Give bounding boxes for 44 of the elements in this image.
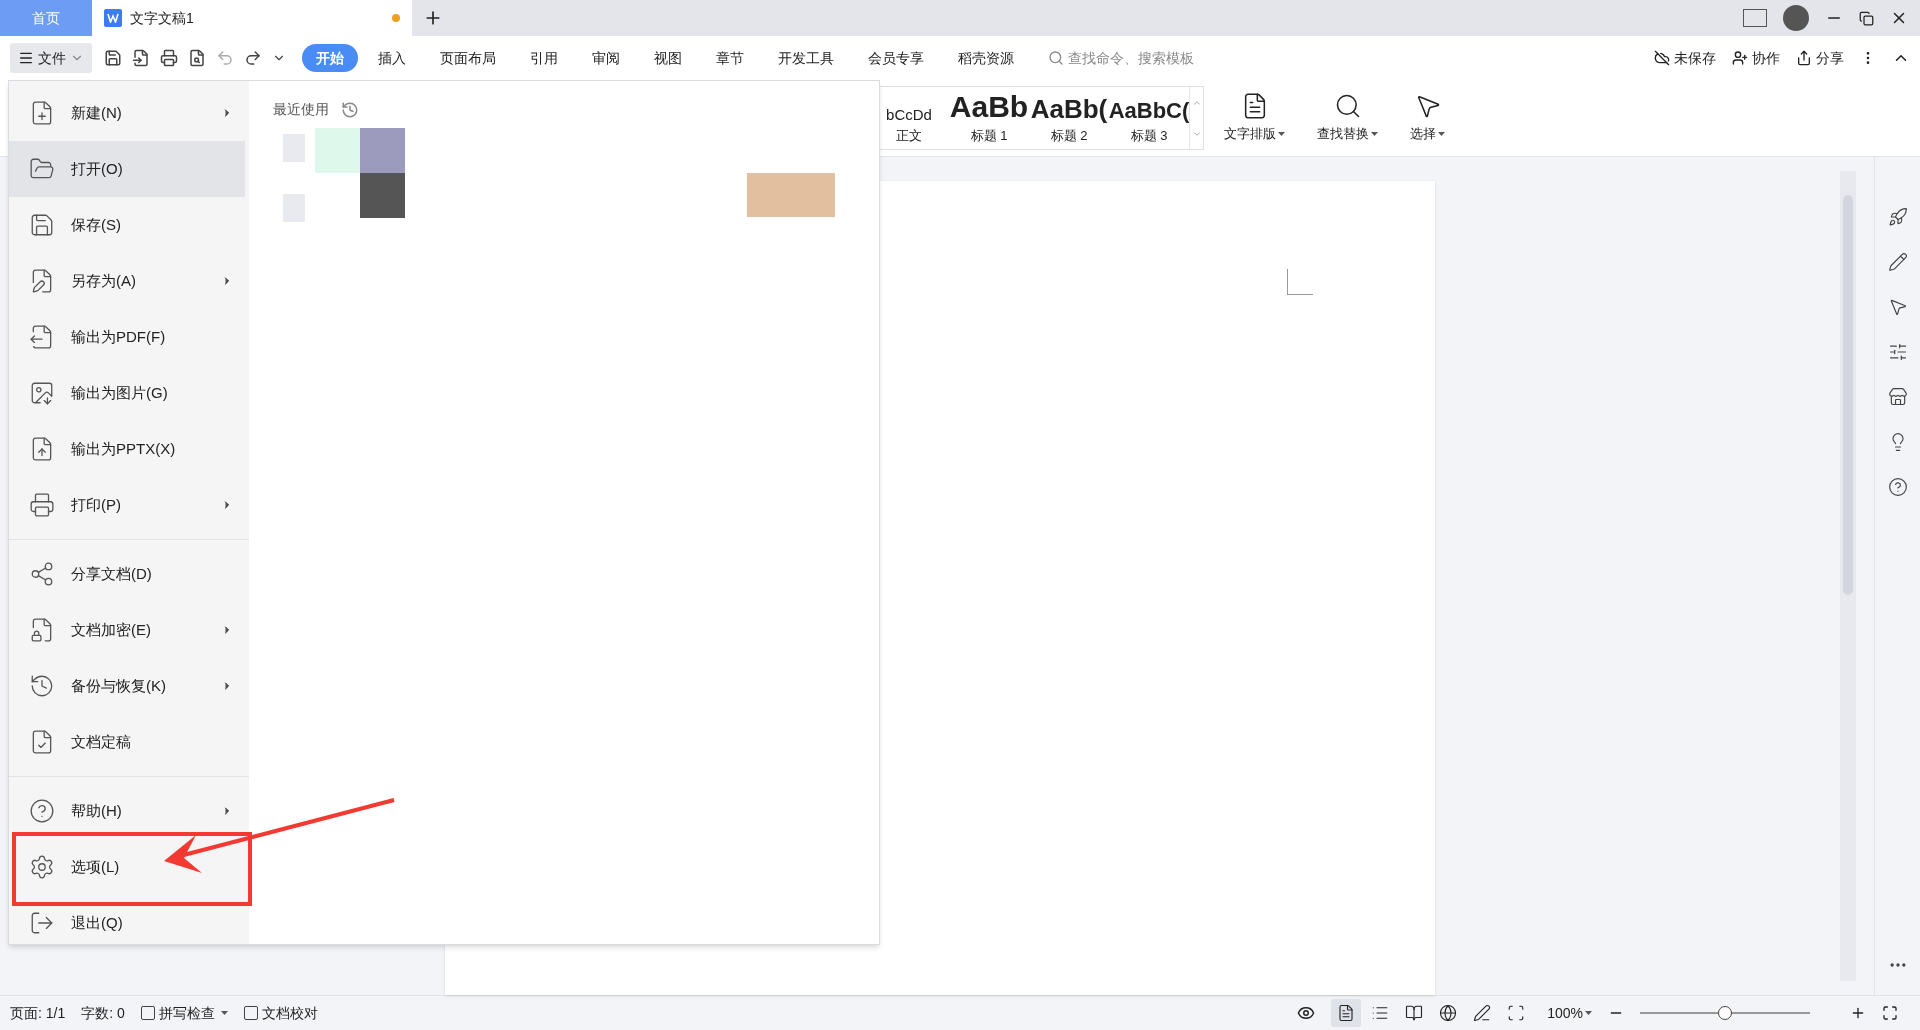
- menu-item[interactable]: 新建(N): [9, 85, 245, 141]
- document-tab[interactable]: 文字文稿1: [92, 0, 412, 36]
- status-toggle[interactable]: 拼写检查: [140, 1002, 228, 1024]
- ribbon-tab[interactable]: 章节: [702, 44, 758, 72]
- menu-item[interactable]: 备份与恢复(K): [9, 658, 245, 714]
- style-preset[interactable]: bCcDd 正文: [869, 87, 949, 149]
- ribbon-button[interactable]: 选择: [1398, 80, 1457, 156]
- tab-title: 文字文稿1: [130, 8, 194, 28]
- menu-item[interactable]: 另存为(A): [9, 253, 245, 309]
- toolbar-button[interactable]: 协作: [1732, 47, 1780, 69]
- menu-item[interactable]: 打印(P): [9, 477, 245, 533]
- section-title: 最近使用: [273, 100, 329, 119]
- menu-item[interactable]: 保存(S): [9, 197, 245, 253]
- ribbon-tab[interactable]: 页面布局: [426, 44, 510, 72]
- ribbon-tab[interactable]: 审阅: [578, 44, 634, 72]
- file-menu-button[interactable]: 文件: [10, 43, 92, 73]
- ribbon-tab[interactable]: 插入: [364, 44, 420, 72]
- toolbar-button[interactable]: 未保存: [1654, 47, 1716, 69]
- word-count: 字数: 0: [81, 1003, 125, 1023]
- ribbon-tab[interactable]: 开发工具: [764, 44, 848, 72]
- menu-item[interactable]: 分享文档(D): [9, 546, 245, 602]
- menu-item[interactable]: 退出(Q): [9, 895, 245, 951]
- ribbon-button[interactable]: 查找替换: [1305, 80, 1390, 156]
- ribbon-button[interactable]: 文字排版: [1212, 80, 1297, 156]
- style-preset[interactable]: AaBb 标题 1: [949, 87, 1029, 149]
- ribbon-tab[interactable]: 引用: [516, 44, 572, 72]
- menu-item[interactable]: 输出为PPTX(X): [9, 421, 245, 477]
- page-count: 页面: 1/1: [10, 1003, 66, 1023]
- menu-item[interactable]: 选项(L): [9, 839, 245, 895]
- status-toggle[interactable]: 文档校对: [243, 1002, 318, 1024]
- ribbon-tab[interactable]: 稻壳资源: [944, 44, 1028, 72]
- menu-item[interactable]: 文档定稿: [9, 714, 245, 770]
- menu-item[interactable]: 文档加密(E): [9, 602, 245, 658]
- menu-item[interactable]: 打开(O): [9, 141, 245, 197]
- search-field[interactable]: 查找命令、搜索模板: [1048, 47, 1194, 69]
- ribbon-tab[interactable]: 视图: [640, 44, 696, 72]
- style-preset[interactable]: AaBbC( 标题 3: [1109, 87, 1189, 149]
- style-preset[interactable]: AaBb( 标题 2: [1029, 87, 1109, 149]
- menu-item[interactable]: 帮助(H): [9, 783, 245, 839]
- menu-item[interactable]: 输出为PDF(F): [9, 309, 245, 365]
- ribbon-tab[interactable]: 会员专享: [854, 44, 938, 72]
- toolbar-button[interactable]: 分享: [1796, 47, 1844, 69]
- zoom-dropdown[interactable]: 100%: [1547, 1002, 1592, 1024]
- menu-item[interactable]: 输出为图片(G): [9, 365, 245, 421]
